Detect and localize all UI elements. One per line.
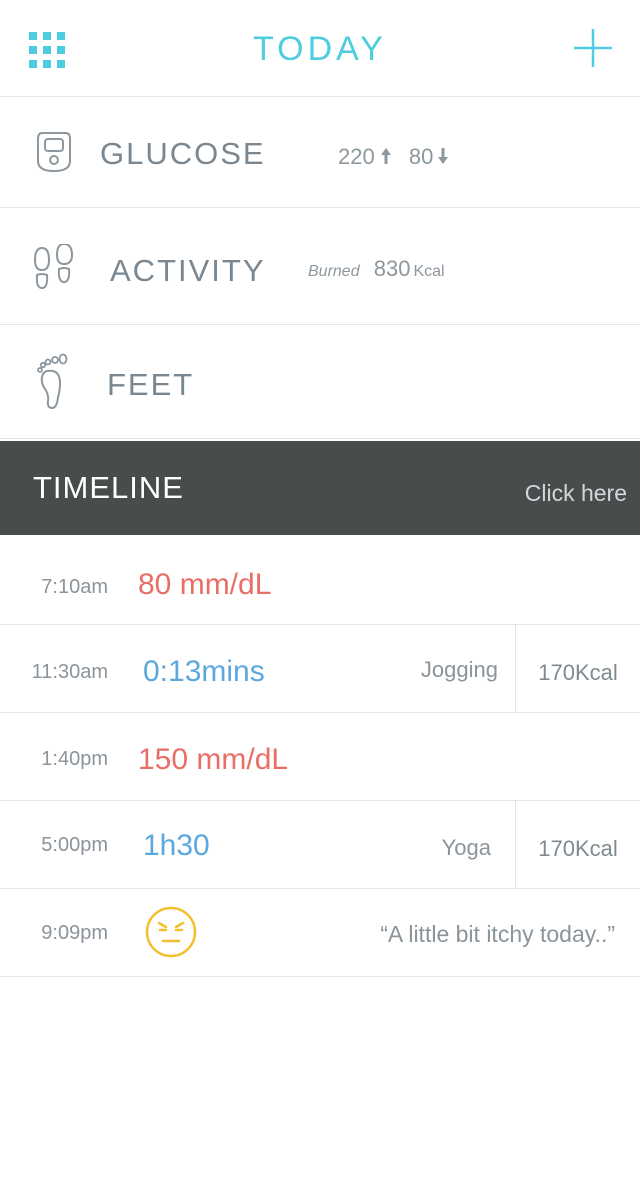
feet-label: FEET <box>107 367 195 402</box>
activity-type: Jogging <box>420 657 498 682</box>
top-bar: TODAY <box>0 0 640 97</box>
timeline-click-here-link[interactable]: Click here <box>525 480 627 507</box>
activity-duration: 0:13mins <box>143 655 265 688</box>
timeline-entry[interactable]: 11:30am 0:13mins Jogging 170Kcal <box>0 625 640 713</box>
footprints-icon <box>33 244 74 290</box>
timeline-entry[interactable]: 9:09pm “A little bit itchy today..” <box>0 889 640 977</box>
activity-duration: 1h30 <box>143 829 210 862</box>
arrow-down-icon <box>438 148 449 164</box>
glucose-low-value: 80 <box>408 144 434 169</box>
activity-kcal: 170Kcal <box>538 836 618 861</box>
burned-unit: Kcal <box>413 263 445 280</box>
page-title: TODAY <box>253 30 387 68</box>
timeline-entry[interactable]: 1:40pm 150 mm/dL <box>0 713 640 801</box>
arrow-up-icon <box>380 148 391 164</box>
glucometer-icon <box>37 132 71 173</box>
entry-time: 7:10am <box>41 576 108 598</box>
annoyed-face-icon <box>145 906 197 958</box>
burned-value: 830 <box>373 256 411 281</box>
plus-icon[interactable] <box>574 29 612 67</box>
entry-time: 9:09pm <box>41 922 108 944</box>
glucose-reading: 150 mm/dL <box>138 743 289 776</box>
entry-time: 1:40pm <box>41 748 108 770</box>
glucose-summary: 220 80 <box>338 144 450 170</box>
category-activity[interactable]: ACTIVITY Burned 830 Kcal <box>0 208 640 325</box>
activity-summary: Burned 830 Kcal <box>308 256 445 282</box>
timeline-title: TIMELINE <box>33 470 184 505</box>
entry-time: 5:00pm <box>41 834 108 856</box>
timeline-entry[interactable]: 7:10am 80 mm/dL <box>0 537 640 625</box>
entry-time: 11:30am <box>31 661 108 683</box>
timeline-header: TIMELINE Click here <box>0 441 640 535</box>
burned-label: Burned <box>308 263 360 280</box>
activity-type: Yoga <box>441 835 491 860</box>
category-glucose[interactable]: GLUCOSE 220 80 <box>0 97 640 208</box>
glucose-high-value: 220 <box>338 144 375 169</box>
activity-label: ACTIVITY <box>110 253 266 288</box>
glucose-reading: 80 mm/dL <box>138 568 272 601</box>
category-feet[interactable]: FEET <box>0 325 640 439</box>
foot-icon <box>37 353 68 410</box>
glucose-label: GLUCOSE <box>100 136 266 171</box>
activity-kcal: 170Kcal <box>538 660 618 685</box>
symptom-note: “A little bit itchy today..” <box>380 921 615 947</box>
timeline-entry[interactable]: 5:00pm 1h30 Yoga 170Kcal <box>0 801 640 889</box>
